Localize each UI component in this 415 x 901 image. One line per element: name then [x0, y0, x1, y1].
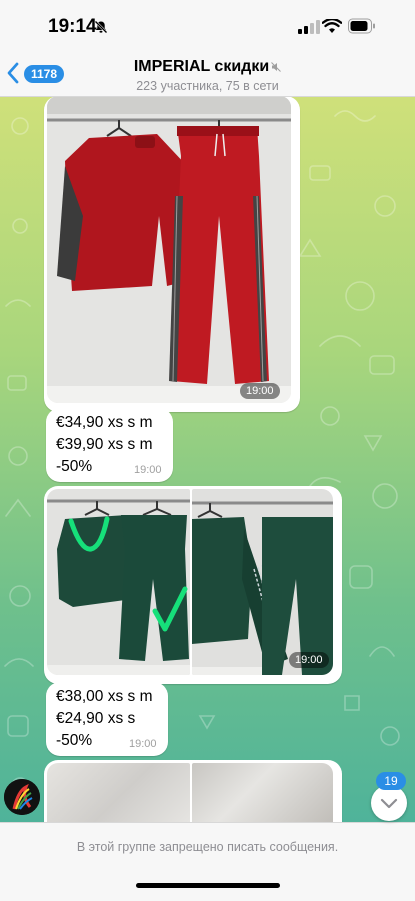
unread-count-badge[interactable]: 19: [376, 772, 406, 790]
message-line: -50%: [56, 458, 93, 475]
wifi-icon: [322, 19, 342, 33]
chat-title[interactable]: IMPERIAL скидки: [0, 58, 415, 76]
message-time: 19:00: [134, 464, 162, 476]
battery-icon: [348, 18, 375, 34]
status-bar: 19:14: [0, 0, 415, 52]
message-line: €38,00 xs s m: [56, 688, 153, 705]
chat-title-text: IMPERIAL скидки: [133, 58, 270, 75]
muted-icon: [271, 61, 282, 72]
text-message[interactable]: €38,00 xs s m €24,90 xs s -50% 19:00: [46, 682, 168, 756]
photo-album-message-partial[interactable]: [44, 760, 342, 822]
chat-subtitle: 223 участника, 75 в сети: [136, 79, 279, 93]
message-line: €24,90 xs s: [56, 710, 136, 727]
message-line: €34,90 xs s m: [56, 414, 153, 431]
text-message[interactable]: €34,90 xs s m €39,90 xs s m -50% 19:00: [46, 408, 173, 482]
album-photo-1[interactable]: [47, 489, 190, 675]
home-indicator: [136, 883, 280, 888]
message-line: -50%: [56, 732, 93, 749]
message-time: 19:00: [240, 383, 280, 399]
message-line: €39,90 xs s m: [56, 436, 153, 453]
message-time: 19:00: [129, 738, 157, 750]
chat-area[interactable]: 19:00 €34,90 xs s m €39,90 xs s m -50% 1…: [0, 96, 415, 822]
sender-avatar[interactable]: [4, 779, 40, 815]
chat-header: 1178 IMPERIAL скидки 223 участника, 75 в…: [0, 52, 415, 97]
write-restricted-notice: В этой группе запрещено писать сообщения…: [76, 840, 339, 854]
photo-album-message[interactable]: 19:00: [44, 486, 342, 684]
photo-message[interactable]: 19:00: [44, 96, 300, 412]
bell-off-icon: [94, 20, 108, 34]
composer-bar: В этой группе запрещено писать сообщения…: [0, 822, 415, 901]
album-photo-2[interactable]: [192, 489, 333, 675]
message-time: 19:00: [289, 652, 329, 668]
album-photo-blurred-2[interactable]: [192, 763, 333, 822]
scroll-to-bottom-button[interactable]: [371, 785, 407, 821]
message-photo[interactable]: [47, 96, 291, 403]
chevron-down-icon: [380, 798, 398, 809]
status-time: 19:14: [48, 16, 97, 37]
album-photo-blurred-1[interactable]: [47, 763, 190, 822]
cellular-signal-icon: [298, 20, 320, 34]
